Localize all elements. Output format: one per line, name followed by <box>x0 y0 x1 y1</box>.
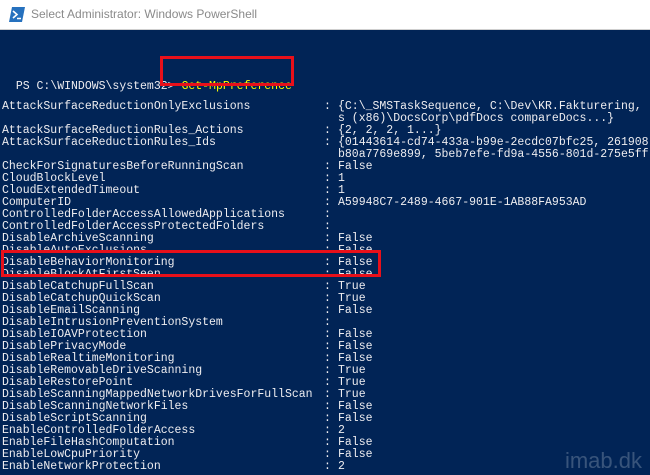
property-separator: : <box>324 136 331 149</box>
property-separator: : <box>324 100 331 113</box>
command-line: PS C:\WINDOWS\system32> Get-MpPreference <box>2 66 292 93</box>
title-bar[interactable]: Select Administrator: Windows PowerShell <box>0 0 650 30</box>
watermark: imab.dk <box>564 448 642 473</box>
command-text: Get-MpPreference <box>181 80 292 93</box>
property-name: AttackSurfaceReductionOnlyExclusions <box>2 100 251 113</box>
property-separator: : <box>324 460 331 473</box>
property-value: b80a7769e899, 5beb7efe-fd9a-4556-801d-27… <box>338 148 649 161</box>
property-name: EnableNetworkProtection <box>2 460 161 473</box>
property-name: AttackSurfaceReductionRules_Ids <box>2 136 216 149</box>
powershell-icon <box>9 7 25 22</box>
window-title: Select Administrator: Windows PowerShell <box>31 7 258 21</box>
prompt-text: PS C:\WINDOWS\system32> <box>15 80 182 93</box>
property-value: A59948C7-2489-4667-901E-1AB88FA953AD <box>338 196 587 209</box>
property-value: 2 <box>338 460 345 473</box>
property-value: False <box>338 304 373 317</box>
